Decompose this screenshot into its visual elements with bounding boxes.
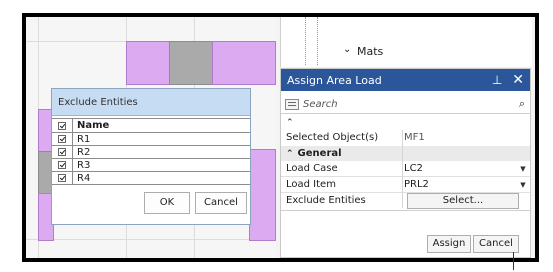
cell-divider (72, 146, 73, 158)
property-label: Exclude Entities (286, 195, 366, 206)
group-header-general[interactable]: ⌃ General (281, 146, 530, 161)
divider (281, 210, 530, 211)
ok-button[interactable]: OK (144, 192, 190, 214)
app-window: ⌄ Mats Assign Area Load ⊥ ✕ Search ⌕ ⌃ S… (22, 13, 539, 262)
property-label: Load Case (286, 163, 338, 174)
select-all-checkbox[interactable] (58, 121, 66, 130)
model-tree: ⌄ Mats (280, 17, 532, 67)
grid-row[interactable]: R1 (52, 133, 250, 146)
caret-up-icon[interactable]: ⌃ (286, 149, 294, 159)
area-element[interactable] (212, 41, 276, 85)
entity-name: R2 (77, 146, 91, 158)
divider (281, 113, 530, 114)
property-label: Load Item (286, 179, 336, 190)
chevron-down-icon[interactable]: ⌄ (343, 44, 351, 55)
divider (513, 252, 514, 270)
grid-line (26, 239, 276, 240)
row-checkbox[interactable] (58, 161, 66, 169)
property-row-load-case[interactable]: Load Case LC2 ▼ (281, 161, 530, 177)
row-checkbox[interactable] (58, 148, 66, 156)
load-case-select[interactable]: LC2 (399, 163, 516, 174)
property-row-load-item[interactable]: Load Item PRL2 ▼ (281, 177, 530, 193)
assign-button[interactable]: Assign (427, 235, 471, 253)
panel-title: Assign Area Load (287, 73, 382, 87)
cancel-button[interactable]: Cancel (473, 235, 519, 253)
assign-area-load-panel: Assign Area Load ⊥ ✕ Search ⌕ ⌃ Selected… (280, 68, 531, 258)
grid-row[interactable]: R3 (52, 159, 250, 172)
close-icon[interactable]: ✕ (512, 72, 524, 88)
search-box[interactable]: Search ⌕ (285, 96, 525, 112)
row-checkbox[interactable] (58, 174, 66, 182)
exclude-entities-dialog: Exclude Entities Name R1 R2 R3 R4 OK Can… (51, 88, 251, 225)
property-row-selected-objects: Selected Object(s) MF1 (281, 130, 530, 145)
tree-guide (317, 17, 319, 65)
grid-row[interactable]: R4 (52, 172, 250, 185)
property-value: MF1 (404, 132, 425, 143)
entity-name: R1 (77, 133, 91, 145)
list-icon (285, 98, 299, 110)
search-input[interactable]: Search (303, 99, 519, 110)
cell-divider (72, 119, 73, 132)
dropdown-arrow-icon[interactable]: ▼ (516, 181, 530, 189)
area-element[interactable] (126, 41, 170, 85)
cell-divider (72, 172, 73, 184)
column-divider (402, 130, 403, 208)
dialog-cancel-button[interactable]: Cancel (195, 192, 247, 214)
grid-header-row: Name (52, 118, 250, 133)
cell-divider (72, 133, 73, 145)
property-label: Selected Object(s) (286, 132, 379, 143)
select-entities-button[interactable]: Select... (407, 193, 519, 209)
dialog-title: Exclude Entities (52, 89, 250, 116)
dropdown-arrow-icon[interactable]: ▼ (516, 165, 530, 173)
column-header-name: Name (77, 120, 110, 131)
entities-grid: Name R1 R2 R3 R4 (52, 118, 250, 185)
tree-guide (305, 17, 307, 65)
area-element[interactable] (249, 149, 276, 241)
group-label: General (297, 148, 342, 159)
collapse-row[interactable]: ⌃ (281, 115, 530, 130)
entity-name: R4 (77, 172, 91, 184)
search-icon[interactable]: ⌕ (519, 97, 525, 111)
tree-item-mats[interactable]: Mats (357, 45, 383, 58)
grid-row[interactable]: R2 (52, 146, 250, 159)
entity-name: R3 (77, 159, 91, 171)
cell-divider (72, 159, 73, 171)
panel-title-bar: Assign Area Load ⊥ ✕ (281, 69, 530, 91)
row-checkbox[interactable] (58, 135, 66, 143)
caret-up-icon[interactable]: ⌃ (286, 118, 294, 128)
load-item-select[interactable]: PRL2 (399, 179, 516, 190)
pin-icon[interactable]: ⊥ (492, 73, 502, 87)
column-element[interactable] (169, 41, 213, 85)
